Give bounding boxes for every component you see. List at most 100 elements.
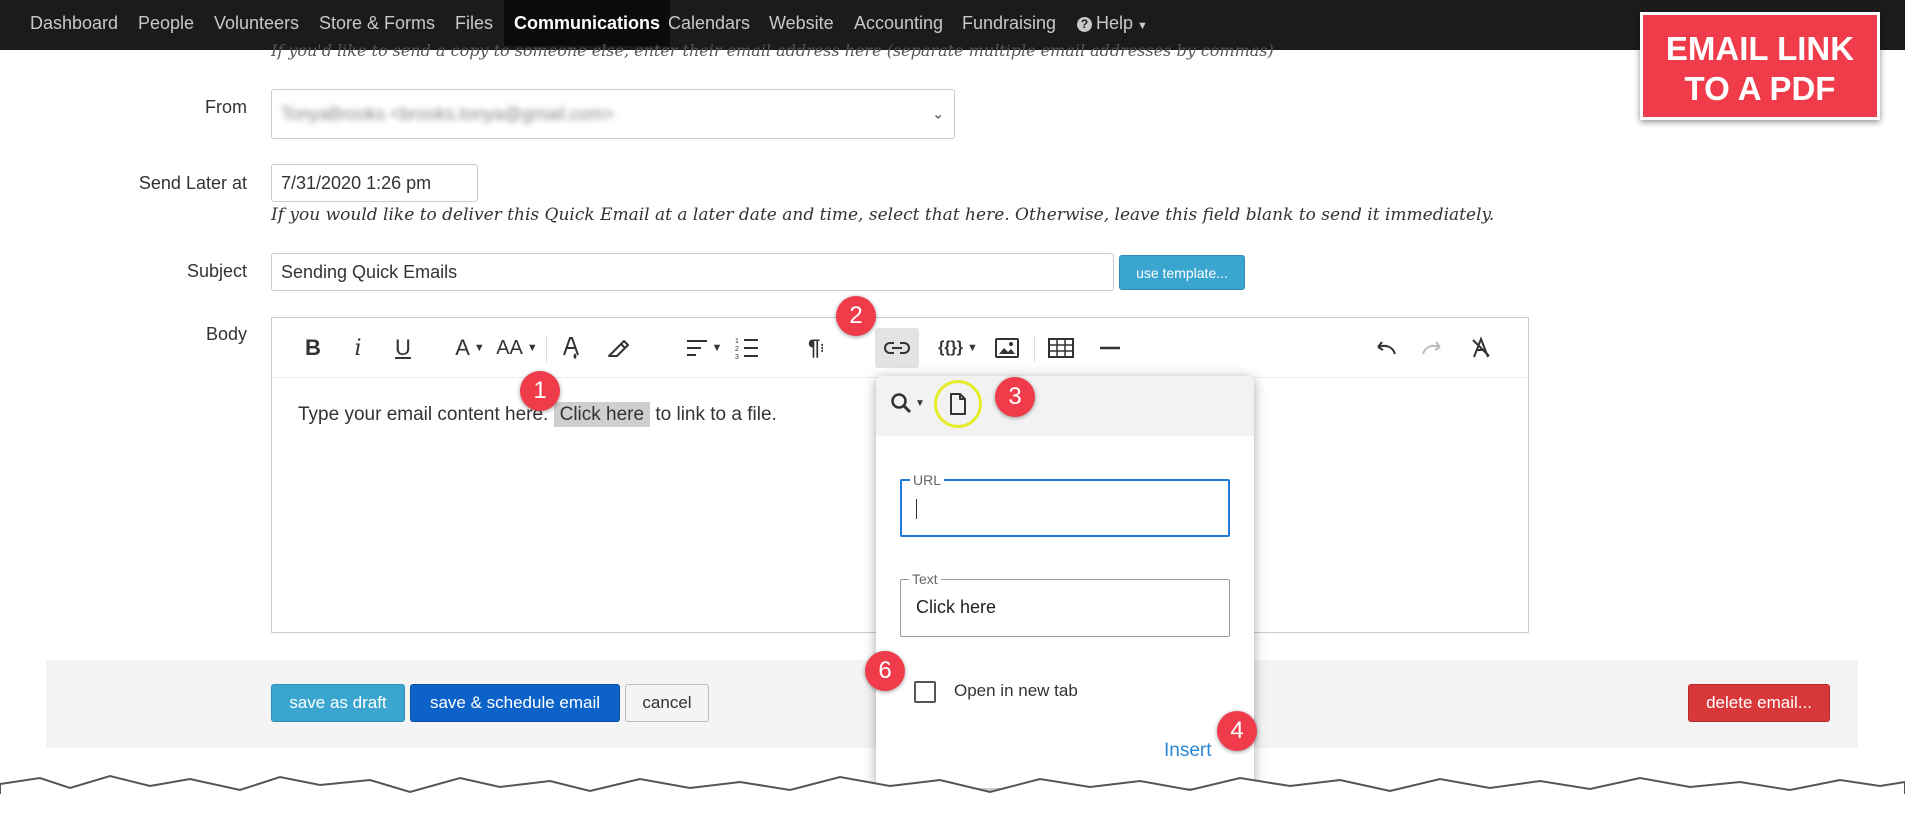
nav-calendars[interactable]: Calendars [668,0,750,46]
font-color-dropdown[interactable]: A ▼ [450,328,490,368]
send-later-input[interactable]: 7/31/2020 1:26 pm [271,164,478,202]
callout-1: 1 [520,371,560,411]
svg-text:1: 1 [735,338,739,345]
nav-help-label: Help [1096,13,1134,33]
nav-volunteers[interactable]: Volunteers [214,0,299,46]
paragraph-button[interactable]: ¶ ⁝ [800,328,832,368]
text-cursor [916,499,917,519]
marker-icon [608,340,629,357]
insert-image-button[interactable] [992,328,1022,368]
insert-link-button[interactable] [875,328,919,368]
body-text-after: to link to a file. [655,404,777,425]
toolbar-divider [1034,336,1035,362]
save-schedule-button[interactable]: save & schedule email [410,684,620,722]
callout-4: 4 [1217,711,1257,751]
font-size-icon: AA [496,336,523,359]
torn-edge-fill [0,794,1905,838]
text-value: Click here [916,597,997,617]
paragraph-dots: ⁝ [820,341,825,355]
paragraph-icon: ¶ [807,335,821,360]
curly-braces-icon: {{}} [938,339,963,356]
torn-edge-decoration [0,774,1905,838]
clear-format-button[interactable] [1466,328,1496,368]
subject-label: Subject [186,261,247,281]
align-dropdown[interactable]: ▼ [682,328,726,368]
toolbar-divider [546,336,547,362]
badge-line-1: EMAIL LINK [1665,30,1855,67]
nav-website[interactable]: Website [769,0,834,46]
horizontal-rule-button[interactable] [1095,328,1125,368]
nav-communications[interactable]: Communications [504,0,671,46]
nav-dashboard[interactable]: Dashboard [30,0,118,46]
bold-button[interactable]: B [300,328,326,368]
callout-6: 6 [865,651,905,691]
insert-file-button[interactable] [934,380,982,428]
search-icon [891,393,912,414]
search-dropdown[interactable]: ▼ [890,392,925,414]
from-label: From [205,97,247,117]
email-link-pdf-badge: EMAIL LINK TO A PDF [1640,12,1880,120]
chevron-down-icon: ▼ [526,342,538,354]
chevron-down-icon: ▼ [1137,20,1148,32]
insert-link-button-popup[interactable]: Insert [1164,740,1212,762]
template-vars-dropdown[interactable]: {{}} ▼ [930,328,986,368]
svg-text:3: 3 [735,354,739,359]
use-template-button[interactable]: use template... [1119,255,1245,290]
cc-hint: If you'd like to send a copy to someone … [271,41,1274,60]
chevron-down-icon: ▼ [967,342,978,354]
from-value: TonyaBrooks <brooks.tonya@gmail.com> [281,103,615,124]
callout-3: 3 [995,377,1035,417]
editor-toolbar: B i U A ▼ AA ▼ ▼ 123 ¶ ⁝ {{}} ▼ [272,318,1528,378]
subject-input[interactable]: Sending Quick Emails [271,253,1114,291]
redo-button [1418,328,1448,368]
image-icon [995,338,1019,358]
ink-drop-icon [563,337,579,359]
open-new-tab-label: Open in new tab [954,681,1078,700]
from-select[interactable]: TonyaBrooks <brooks.tonya@gmail.com> ⌄ [271,89,955,139]
nav-store-forms[interactable]: Store & Forms [319,0,435,46]
underline-button[interactable]: U [390,328,416,368]
insert-table-button[interactable] [1046,328,1076,368]
nav-files[interactable]: Files [455,0,493,46]
file-icon [950,393,966,415]
nav-accounting[interactable]: Accounting [854,0,943,46]
url-field-label: URL [910,472,945,488]
badge-line-2: TO A PDF [1684,70,1836,107]
nav-help[interactable]: ? Help ▼ [1077,0,1148,46]
save-draft-button[interactable]: save as draft [271,684,405,722]
nav-people[interactable]: People [138,0,194,46]
chevron-down-icon: ▼ [473,342,485,354]
numbered-list-icon: 123 [735,338,758,359]
undo-button[interactable] [1370,328,1400,368]
open-new-tab-checkbox[interactable] [914,681,936,703]
url-field[interactable]: URL [900,472,1230,537]
cancel-button[interactable]: cancel [625,684,709,722]
highlight-button[interactable] [602,328,632,368]
callout-2: 2 [836,296,876,336]
text-color-button[interactable] [556,328,586,368]
text-field-label: Text [909,571,941,587]
popup-header: ▼ [876,376,1254,436]
help-icon: ? [1077,17,1092,32]
font-size-dropdown[interactable]: AA ▼ [494,328,540,368]
link-icon [884,342,910,354]
chevron-down-icon: ⌄ [932,105,944,122]
align-left-icon [686,340,707,356]
font-icon: A [455,335,470,360]
body-label: Body [205,324,247,344]
nav-fundraising[interactable]: Fundraising [962,0,1056,46]
body-text-before: Type your email content here. [298,404,549,425]
redo-icon [1422,341,1441,355]
table-icon [1048,338,1074,358]
send-later-hint: If you would like to deliver this Quick … [271,205,1495,225]
undo-icon [1377,341,1396,355]
numbered-list-button[interactable]: 123 [732,328,762,368]
text-field[interactable]: Text Click here [900,571,1230,637]
send-later-label: Send Later at [138,173,247,193]
clear-format-icon [1472,336,1490,358]
chevron-down-icon: ▼ [711,342,723,354]
insert-link-popup: ▼ URL Text Click here Open in new tab In… [876,376,1254,788]
delete-email-button[interactable]: delete email... [1688,684,1830,722]
selected-link-text[interactable]: Click here [553,402,651,427]
italic-button[interactable]: i [348,328,368,368]
